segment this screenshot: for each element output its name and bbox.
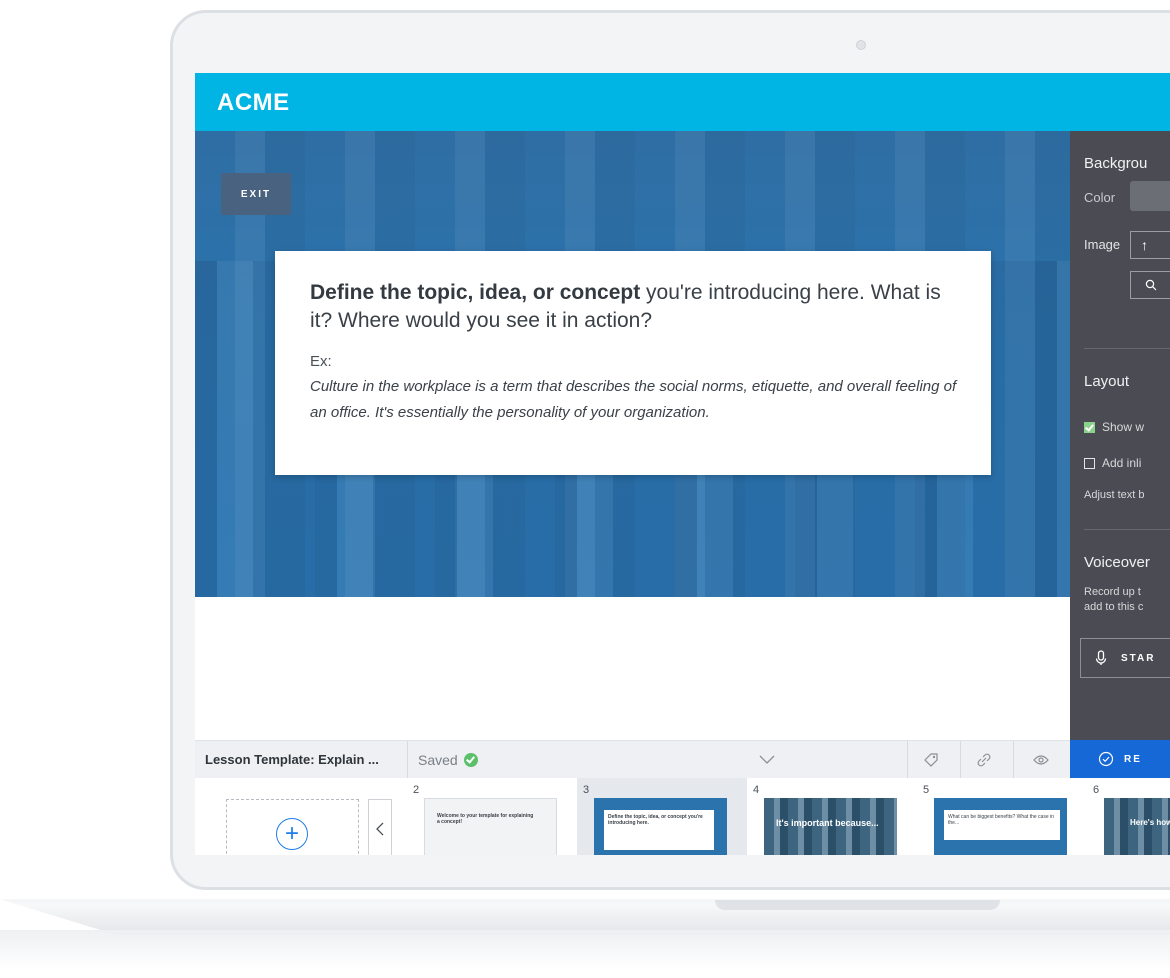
slide-number: 4 <box>753 784 760 796</box>
search-image-button[interactable] <box>1130 271 1170 299</box>
slide-thumbnail[interactable]: 6 Here's how <box>1087 778 1170 855</box>
saved-status: Saved <box>418 752 478 768</box>
add-slide-slot[interactable]: + <box>226 799 359 855</box>
microphone-icon <box>1095 650 1107 665</box>
show-checkbox[interactable] <box>1084 422 1095 433</box>
upload-icon: ↑ <box>1141 237 1148 253</box>
voiceover-desc-line1: Record up t <box>1084 586 1141 598</box>
slide-title: Define the topic, idea, or concept you'r… <box>608 814 703 826</box>
image-label: Image <box>1084 237 1121 252</box>
color-swatch[interactable] <box>1130 181 1170 211</box>
link-icon[interactable] <box>974 750 994 770</box>
eye-icon[interactable] <box>1031 750 1051 770</box>
slide-filmstrip: + 2 Welcome to your template for explain… <box>195 778 1170 855</box>
slide-number: 6 <box>1093 784 1100 796</box>
saved-check-icon <box>463 753 478 767</box>
toolbar-separator <box>907 741 908 779</box>
saved-label: Saved <box>418 752 458 768</box>
slide-thumbnail[interactable]: 5 What can be biggest benefits? What the… <box>917 778 1087 855</box>
slide-thumbnail[interactable]: 4 It's important because... <box>747 778 917 855</box>
slide-title: It's important because... <box>776 818 879 828</box>
search-icon <box>1145 279 1157 291</box>
slide-number: 5 <box>923 784 930 796</box>
exit-button[interactable]: EXIT <box>221 173 291 215</box>
filmstrip-prev-button[interactable] <box>368 799 392 855</box>
slide-title: Welcome to your template for explaining … <box>437 813 534 825</box>
chevron-down-icon[interactable] <box>757 750 777 770</box>
tag-icon[interactable] <box>921 750 941 770</box>
laptop-base <box>0 899 1170 935</box>
slide-title: Here's how <box>1130 818 1170 827</box>
start-label: STAR <box>1121 652 1156 664</box>
inline-checkbox[interactable] <box>1084 458 1095 469</box>
top-bar: ACME <box>195 73 1170 131</box>
example-text[interactable]: Culture in the workplace is a term that … <box>310 374 963 426</box>
example-label[interactable]: Ex: <box>310 353 963 370</box>
settings-panel: Backgrou Color Image ↑ Layout Show w Add… <box>1070 131 1170 750</box>
review-label: RE <box>1124 753 1142 765</box>
layout-section-title: Layout <box>1084 373 1130 390</box>
voiceover-section-title: Voiceover <box>1084 554 1150 571</box>
heading-bold: Define the topic, idea, or concept <box>310 281 641 304</box>
slide-number: 2 <box>413 784 420 796</box>
bottom-toolbar: Lesson Template: Explain ... Saved <box>195 740 1070 779</box>
adjust-text-link[interactable]: Adjust text b <box>1084 489 1145 501</box>
voiceover-desc-line2: add to this c <box>1084 601 1144 613</box>
slide-title: What can be biggest benefits? What the c… <box>948 814 1054 826</box>
content-card[interactable]: Define the topic, idea, or concept you'r… <box>275 251 991 475</box>
chevron-left-icon <box>376 822 384 836</box>
show-label: Show w <box>1102 420 1145 434</box>
panel-divider <box>1084 529 1170 530</box>
upload-image-button[interactable]: ↑ <box>1130 231 1170 259</box>
laptop-shadow <box>0 930 1170 970</box>
slide-number: 3 <box>583 784 590 796</box>
start-recording-button[interactable]: STAR <box>1080 638 1170 678</box>
panel-divider <box>1084 348 1170 349</box>
brand-logo[interactable]: ACME <box>217 89 290 117</box>
toolbar-separator <box>1013 741 1014 779</box>
app-screen: ACME EXIT Define the topic, idea, or con… <box>195 73 1170 855</box>
slide-canvas: EXIT Define the topic, idea, or concept … <box>195 131 1070 597</box>
slide-preview: Here's how <box>1104 798 1170 855</box>
slide-preview: What can be biggest benefits? What the c… <box>934 798 1067 855</box>
card-heading[interactable]: Define the topic, idea, or concept you'r… <box>310 279 963 335</box>
slide-preview: Welcome to your template for explaining … <box>424 798 557 855</box>
check-circle-icon <box>1098 751 1114 767</box>
toolbar-separator <box>407 741 408 779</box>
review-button[interactable]: RE <box>1070 740 1170 778</box>
laptop-base-notch <box>715 900 1000 910</box>
background-section-title: Backgrou <box>1084 155 1148 172</box>
slide-preview: It's important because... <box>764 798 897 855</box>
toolbar-separator <box>960 741 961 779</box>
color-label: Color <box>1084 190 1116 205</box>
slide-preview: Define the topic, idea, or concept you'r… <box>594 798 727 855</box>
slide-thumbnail[interactable]: 2 Welcome to your template for explainin… <box>407 778 577 855</box>
inline-label: Add inli <box>1102 456 1142 470</box>
slide-thumbnail-active[interactable]: 3 Define the topic, idea, or concept you… <box>577 778 747 855</box>
lesson-title[interactable]: Lesson Template: Explain ... <box>205 752 379 767</box>
add-slide-icon[interactable]: + <box>276 818 308 850</box>
laptop-camera <box>856 40 866 50</box>
